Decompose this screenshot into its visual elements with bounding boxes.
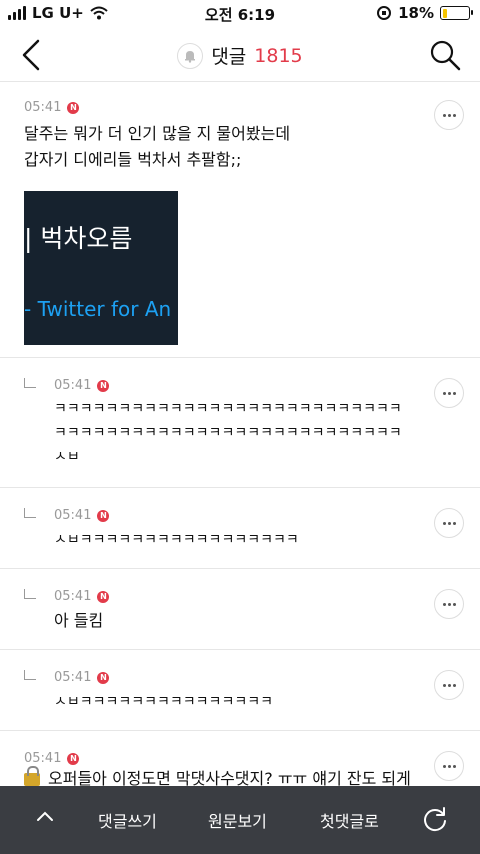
battery-icon (440, 6, 473, 20)
comment-item: 05:41 N 달주는 뭐가 더 인기 많을 지 물어봤는데 갑자기 디에리들 … (0, 82, 480, 358)
status-bar: LG U+ 오전 6:19 18% (0, 0, 480, 28)
title-label: 댓글 (211, 46, 247, 68)
comment-text: ㅅㅂㅋㅋㅋㅋㅋㅋㅋㅋㅋㅋㅋㅋㅋㅋㅋ (54, 694, 273, 710)
new-badge: N (67, 101, 80, 114)
lock-icon (24, 766, 40, 786)
new-badge: N (97, 379, 110, 392)
comment-item: 05:41 N 오퍼들아 이정도면 막댓사수댓지? ㅠㅠ 얘기 잔도 되게 (0, 731, 480, 786)
comment-image[interactable]: | 벅차오름 - Twitter for An (24, 191, 178, 345)
more-options-button[interactable] (434, 670, 464, 700)
comment-time: 05:41 (24, 100, 62, 115)
comment-text: 달주는 뭐가 더 인기 많을 지 물어봤는데 갑자기 디에리들 벅차서 추팔함;… (24, 124, 291, 169)
comment-time: 05:41 (54, 670, 92, 685)
view-original-button[interactable]: 원문보기 (208, 808, 267, 832)
new-badge: N (67, 752, 80, 765)
image-text-line1: | 벅차오름 (24, 224, 133, 253)
new-badge: N (97, 671, 110, 684)
new-badge: N (97, 590, 110, 603)
reply-arrow-icon (24, 378, 36, 388)
comment-time: 05:41 (54, 508, 92, 523)
page-title: 댓글 1815 (0, 42, 480, 69)
comment-time: 05:41 (54, 378, 92, 393)
comments-header: 댓글 1815 (0, 28, 480, 82)
reply-item: 05:41 N ㅅㅂㅋㅋㅋㅋㅋㅋㅋㅋㅋㅋㅋㅋㅋㅋㅋㅋㅋ (0, 488, 480, 569)
bottom-toolbar: 댓글쓰기 원문보기 첫댓글로 (0, 786, 480, 854)
chevron-up-icon[interactable] (36, 808, 54, 826)
search-icon[interactable] (428, 38, 462, 72)
more-options-button[interactable] (434, 378, 464, 408)
comment-text: 오퍼들아 이정도면 막댓사수댓지? ㅠㅠ 얘기 잔도 되게 (24, 766, 456, 786)
comment-text: ㅋㅋㅋㅋㅋㅋㅋㅋㅋㅋㅋㅋㅋㅋㅋㅋㅋㅋㅋㅋㅋㅋㅋㅋㅋㅋㅋ ㅋㅋㅋㅋㅋㅋㅋㅋㅋㅋㅋㅋ… (54, 401, 402, 465)
comment-count: 1815 (254, 44, 303, 67)
more-options-button[interactable] (434, 751, 464, 781)
write-comment-button[interactable]: 댓글쓰기 (98, 808, 157, 832)
battery-percent: 18% (398, 4, 434, 22)
comment-list[interactable]: 05:41 N 달주는 뭐가 더 인기 많을 지 물어봤는데 갑자기 디에리들 … (0, 82, 480, 786)
comment-time: 05:41 (24, 751, 62, 766)
new-badge: N (97, 509, 110, 522)
reply-arrow-icon (24, 589, 36, 599)
first-comment-button[interactable]: 첫댓글로 (320, 808, 379, 832)
reply-item: 05:41 N 아 들킴 (0, 569, 480, 650)
more-options-button[interactable] (434, 589, 464, 619)
comment-text: 아 들킴 (54, 611, 104, 630)
reply-item: 05:41 N ㅋㅋㅋㅋㅋㅋㅋㅋㅋㅋㅋㅋㅋㅋㅋㅋㅋㅋㅋㅋㅋㅋㅋㅋㅋㅋㅋ ㅋㅋㅋㅋ… (0, 358, 480, 488)
orientation-lock-icon (377, 6, 392, 20)
reply-arrow-icon (24, 670, 36, 680)
reply-item: 05:41 N ㅅㅂㅋㅋㅋㅋㅋㅋㅋㅋㅋㅋㅋㅋㅋㅋㅋ (0, 650, 480, 731)
refresh-icon[interactable] (422, 806, 448, 832)
bell-icon[interactable] (177, 42, 204, 69)
more-options-button[interactable] (434, 100, 464, 130)
image-text-line2: - Twitter for An (24, 297, 172, 321)
comment-time: 05:41 (54, 589, 92, 604)
more-options-button[interactable] (434, 508, 464, 538)
reply-arrow-icon (24, 508, 36, 518)
comment-text: ㅅㅂㅋㅋㅋㅋㅋㅋㅋㅋㅋㅋㅋㅋㅋㅋㅋㅋㅋ (54, 532, 299, 548)
